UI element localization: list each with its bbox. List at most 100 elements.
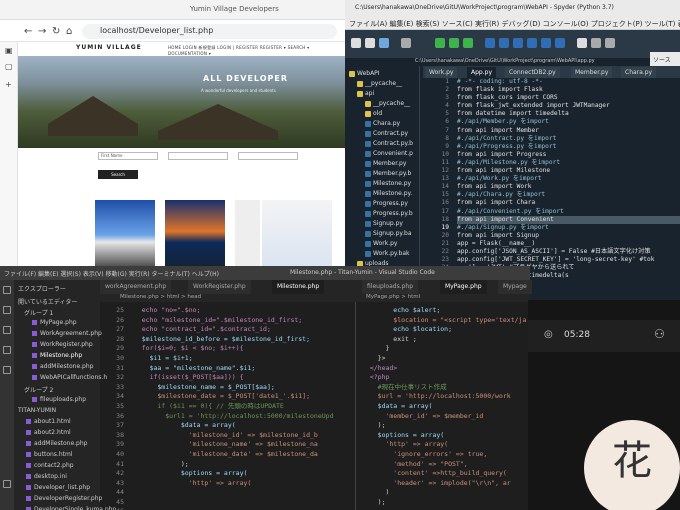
open-file[interactable]: addMilestone.php	[32, 363, 93, 370]
code-line[interactable]: echo "contract_id=".$contract_id;	[130, 325, 352, 335]
code-line[interactable]: #./api/Contract.py をimport	[457, 135, 680, 143]
code-line[interactable]: from flask_cors import CORS	[457, 94, 680, 102]
page-icon[interactable]: ▢	[5, 62, 13, 71]
search-icon[interactable]	[3, 306, 11, 314]
editor-tab[interactable]: fileuploads.php	[362, 280, 419, 294]
workspace-file[interactable]: about2.html	[26, 429, 71, 436]
workspace-file[interactable]: desktop.ini	[26, 473, 67, 480]
tree-item[interactable]: Member.py.b	[365, 170, 411, 177]
tree-item[interactable]: Milestone.py.	[365, 190, 412, 197]
search-button[interactable]: Search	[98, 170, 138, 179]
tree-item[interactable]: Signup.py	[365, 220, 403, 227]
tree-item[interactable]: Progress.py	[365, 200, 408, 207]
breadcrumb[interactable]: Milestone.php > html > head	[120, 294, 201, 300]
workspace-file[interactable]: addMilestone.php	[26, 440, 87, 447]
open-file-icon[interactable]	[365, 38, 375, 48]
code-line[interactable]: # -*- coding: utf-8 -*-	[457, 78, 680, 86]
code-line[interactable]: from api import Convenient	[457, 215, 680, 224]
code-line[interactable]: from api import Work	[457, 183, 680, 191]
code-line[interactable]: for($i=0; $i < $no; $i++){	[130, 344, 352, 354]
tree-item[interactable]: Work.py.bak	[365, 250, 409, 257]
code-line[interactable]: #./api/Member.py をimport	[457, 118, 680, 126]
code-line[interactable]: $milestone_name = $_POST[$aa];	[130, 383, 352, 393]
forward-icon[interactable]: →	[38, 26, 46, 37]
add-icon[interactable]: +	[5, 80, 12, 89]
home-icon[interactable]: ⌂	[66, 26, 72, 37]
save-icon[interactable]	[379, 38, 389, 48]
code-line[interactable]: app.config['JSON_AS_ASCII'] = False #日本語…	[457, 248, 680, 256]
editor-group[interactable]: グループ 2	[24, 385, 53, 394]
code-line[interactable]: $url = 'http://localhost:5000/work	[362, 392, 528, 402]
python-path-icon[interactable]	[605, 38, 615, 48]
run-cell-advance-icon[interactable]	[463, 38, 473, 48]
run-cell-icon[interactable]	[449, 38, 459, 48]
code-line[interactable]: $options = array(	[130, 469, 352, 479]
tree-item[interactable]: Progress.py.b	[365, 210, 413, 217]
open-file[interactable]: WorkRegister.php	[32, 341, 93, 348]
continue-icon[interactable]	[541, 38, 551, 48]
code-line[interactable]: $location = "<script type='text/ja	[362, 316, 528, 326]
editor-group[interactable]: グループ 1	[24, 308, 53, 317]
account-icon[interactable]	[3, 480, 11, 488]
workspace-file[interactable]: Developer_list.php	[26, 484, 90, 491]
code-line[interactable]: 'content' =>http_build_query(	[362, 469, 528, 479]
back-icon[interactable]: ←	[24, 26, 32, 37]
open-file[interactable]: MyPage.php	[32, 319, 77, 326]
code-line[interactable]: $milestone_id_before = $milestone_id_fir…	[130, 335, 352, 345]
editor-tab[interactable]: Mypage	[498, 280, 532, 294]
filter-input[interactable]	[238, 152, 298, 160]
editor-tab[interactable]: ConnectDB2.py	[505, 67, 560, 78]
code-line[interactable]: }	[362, 344, 528, 354]
code-line[interactable]: 'ignore_errors' => true,	[362, 450, 528, 460]
code-line[interactable]: from flask import Flask	[457, 86, 680, 94]
editor-tab[interactable]: Chara.py	[621, 67, 657, 78]
workspace-section[interactable]: TITAN-YUMIN	[18, 407, 56, 414]
code-line[interactable]: from api import Chara	[457, 199, 680, 207]
code-line[interactable]: #./api/Signup.py をimport	[457, 224, 680, 232]
run-icon[interactable]	[435, 38, 445, 48]
code-line[interactable]: )	[362, 488, 528, 498]
code-line[interactable]: if(isset($_POST[$aa])) {	[130, 373, 352, 383]
developer-thumbnail[interactable]	[262, 200, 332, 270]
code-line[interactable]: echo "milestone_id=".$milestone_id_first…	[130, 316, 352, 326]
debug-icon[interactable]	[485, 38, 495, 48]
tools-icon[interactable]	[591, 38, 601, 48]
participants-icon[interactable]: ⚇	[654, 327, 665, 341]
code-line[interactable]: exit ;	[362, 335, 528, 345]
workspace-file[interactable]: buttons.html	[26, 451, 73, 458]
code-editor-left[interactable]: echo "no=".$no; echo "milestone_id=".$mi…	[130, 306, 352, 510]
workspace-file[interactable]: contact2.php	[26, 462, 74, 469]
code-line[interactable]: #./api/Work.py をimport	[457, 175, 680, 183]
code-line[interactable]: 'header' => implode("\r\n", ar	[362, 479, 528, 489]
code-line[interactable]: from api import Progress	[457, 151, 680, 159]
site-menu[interactable]: HOME LOGIN 新規登録 LOGIN | REGISTER REGISTE…	[168, 45, 345, 56]
code-line[interactable]: $milestone_date = $_POST['date1_'.$i1];	[130, 392, 352, 402]
code-line[interactable]: echo "no=".$no;	[130, 306, 352, 316]
workspace-file[interactable]: DeveloperSingle_kuma.php	[26, 506, 116, 510]
extensions-icon[interactable]	[3, 366, 11, 374]
browser-tab-title[interactable]: Yumin Village Developers	[190, 5, 279, 13]
code-line[interactable]: }>	[362, 354, 528, 364]
open-file[interactable]: WebAPICallfunctions.h	[32, 374, 107, 381]
search-input[interactable]: First Name	[98, 152, 158, 160]
code-line[interactable]: echo $location;	[362, 325, 528, 335]
code-line[interactable]: $options = array(	[362, 431, 528, 441]
code-line[interactable]: if ($i1 == 0){ // 先頭の時はUPDATE	[130, 402, 352, 412]
tree-item[interactable]: Member.py	[365, 160, 406, 167]
step-icon[interactable]	[499, 38, 509, 48]
tree-item[interactable]: api	[357, 90, 374, 97]
split-divider[interactable]	[355, 302, 356, 510]
code-line[interactable]: #./api/Convenient.py をimport	[457, 208, 680, 216]
editor-tab[interactable]: Member.py	[571, 67, 613, 78]
tree-item[interactable]: Convenient.p	[365, 150, 413, 157]
editor-tab[interactable]: Milestone.php	[272, 280, 325, 294]
open-file[interactable]: fileuploads.php	[32, 396, 86, 403]
code-line[interactable]: #./api/Progress.py をimport	[457, 143, 680, 151]
source-pane-tab[interactable]: ソース	[650, 52, 680, 66]
code-line[interactable]: 'milestone_date' => $milestone_da	[130, 450, 352, 460]
code-line[interactable]: $data = array(	[362, 402, 528, 412]
developer-thumbnail[interactable]	[235, 200, 260, 270]
code-line[interactable]: );	[130, 460, 352, 470]
step-return-icon[interactable]	[527, 38, 537, 48]
editor-tab[interactable]: workAgreement.php	[100, 280, 172, 294]
